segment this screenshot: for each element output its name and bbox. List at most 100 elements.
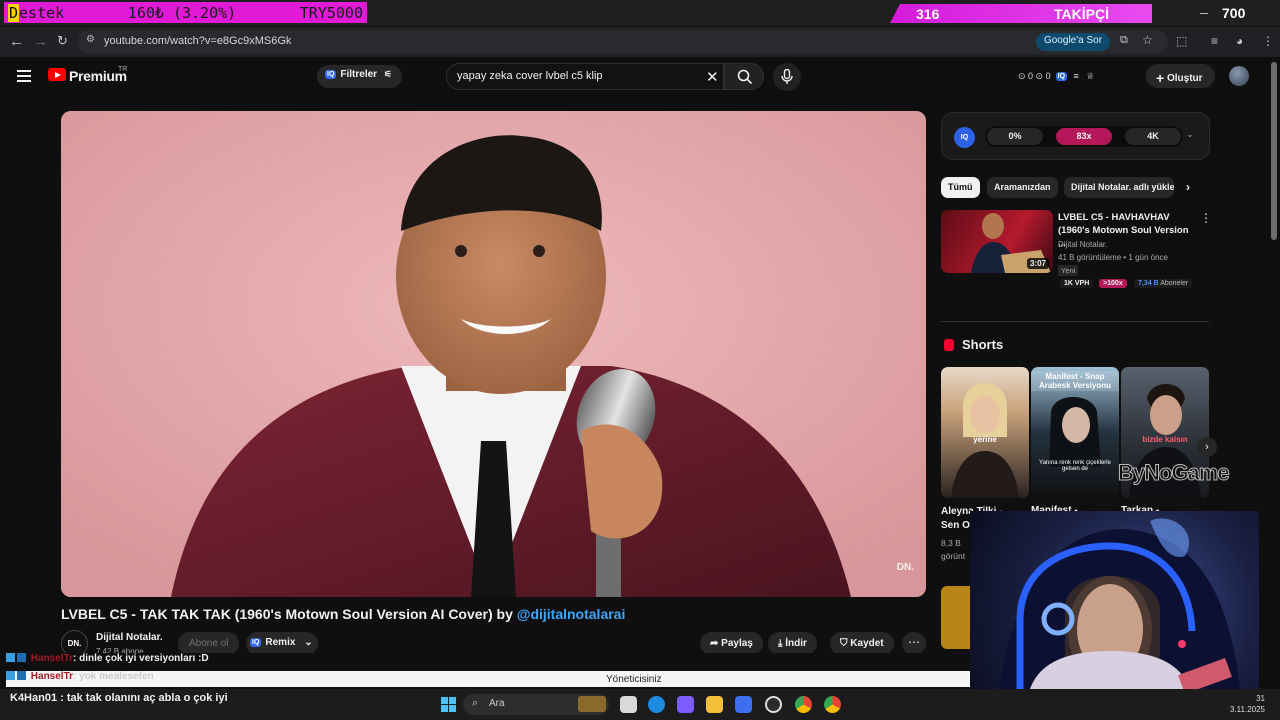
channel-name[interactable]: Dijital Notalar. xyxy=(96,632,163,643)
chevron-down-icon[interactable]: ⌄ xyxy=(1186,129,1194,140)
save-button[interactable]: ⛉ Kaydet xyxy=(830,632,894,655)
reload-icon[interactable]: ↻ xyxy=(57,33,68,49)
search-highlight-icon xyxy=(578,696,606,712)
chip-all[interactable]: Tümü xyxy=(941,177,980,198)
plus-icon: + xyxy=(1156,70,1165,86)
page-scrollbar[interactable] xyxy=(1271,62,1277,240)
browser-menu-icon[interactable]: ⋮ xyxy=(1262,34,1274,48)
chevron-right-icon[interactable]: › xyxy=(1186,180,1190,194)
share-button[interactable]: ➦ Paylaş xyxy=(700,632,763,655)
bookmark-icon: ⛉ xyxy=(840,638,848,649)
share-icon: ➦ xyxy=(710,638,719,649)
short-thumbnail-image xyxy=(1049,397,1101,467)
windows-taskbar: K4Han01 : tak tak olanını aç abla o çok … xyxy=(0,689,1280,720)
reading-list-icon[interactable]: ≡ xyxy=(1211,34,1218,48)
more-actions-button[interactable]: ⋯ xyxy=(902,632,926,655)
youtube-logo-icon[interactable] xyxy=(48,68,66,81)
chevron-right-icon[interactable]: › xyxy=(1197,437,1217,457)
menu-icon[interactable] xyxy=(17,70,31,85)
filters-label: Filtreler xyxy=(340,69,378,80)
search-input[interactable]: yapay zeka cover lvbel c5 klip ✕ xyxy=(446,63,724,90)
clock-date: 3.11.2025 xyxy=(1230,705,1265,714)
clear-search-icon[interactable]: ✕ xyxy=(706,68,719,86)
download-button[interactable]: ⤓ İndir xyxy=(768,632,817,655)
moderator-notice: Yöneticisiniz xyxy=(606,674,662,685)
system-clock[interactable]: 31 3.11.2025 xyxy=(1230,693,1265,715)
filters-button[interactable]: IQ Filtreler ⚟ xyxy=(317,65,402,88)
site-info-icon[interactable]: ⚙ xyxy=(86,34,95,45)
voice-search-button[interactable] xyxy=(773,63,801,91)
recommended-channel[interactable]: Dijital Notalar. xyxy=(1058,240,1107,249)
search-icon: ⌕ xyxy=(472,697,479,709)
chip-from-uploader[interactable]: Dijital Notalar. adlı yükleyiciden xyxy=(1064,177,1174,198)
section-divider xyxy=(941,321,1209,322)
download-label: İndir xyxy=(785,638,807,649)
url-text: youtube.com/watch?v=e8Gc9xMS6Gk xyxy=(104,35,292,47)
steam-icon[interactable] xyxy=(765,696,782,713)
follower-label: TAKİPÇİ xyxy=(1054,6,1109,22)
partial-thumbnail[interactable] xyxy=(941,586,971,649)
bookmark-star-icon[interactable]: ☆ xyxy=(1142,33,1153,47)
recommended-thumbnail[interactable]: 3:07 xyxy=(941,210,1053,273)
ask-google-button[interactable]: Google'a Sor xyxy=(1036,33,1111,51)
account-avatar[interactable] xyxy=(1229,66,1249,86)
sponsor-logo: ByNoGame xyxy=(1118,460,1231,486)
video-frame xyxy=(61,111,926,597)
search-icon xyxy=(737,69,753,85)
iq-pill-percent[interactable]: 0% xyxy=(987,128,1043,145)
subscribers-badge: 7,34 B Aboneler xyxy=(1134,279,1193,288)
chrome-profile-icon[interactable] xyxy=(824,696,841,713)
task-view-icon[interactable] xyxy=(620,696,637,713)
remix-button[interactable]: IQ Remix ⌄ xyxy=(246,632,318,655)
shorts-logo-icon xyxy=(944,339,954,351)
chat-badge-icon xyxy=(6,671,15,680)
file-explorer-icon[interactable] xyxy=(706,696,723,713)
channel-handle-link[interactable]: @dijitalnotalarai xyxy=(517,606,626,622)
short-thumbnail-image xyxy=(951,383,1019,498)
iq-pill-multiplier[interactable]: 83x xyxy=(1056,128,1112,145)
chip-from-search[interactable]: Aramanızdan xyxy=(987,177,1058,198)
iq-extension-panel: IQ 0% 83x 4K ⌄ xyxy=(941,112,1210,160)
header-stats: ⊙ 0 ⊙ 0 IQ ≡ ♕ xyxy=(1018,71,1095,81)
video-duration: 3:07 xyxy=(1026,258,1049,269)
chat-username[interactable]: HanselTr xyxy=(31,671,73,682)
shorts-heading: Shorts xyxy=(962,337,1004,352)
vph-badge: 1K VPH xyxy=(1060,279,1094,288)
address-bar[interactable]: ⚙ youtube.com/watch?v=e8Gc9xMS6Gk Google… xyxy=(78,30,1168,54)
country-code: TR xyxy=(118,66,128,73)
short-views: 8,3 Bgörünt xyxy=(941,538,966,561)
streamer-webcam xyxy=(970,511,1259,689)
donation-goal-label: Destek xyxy=(8,3,65,22)
cast-icon[interactable]: ⧉ xyxy=(1120,34,1128,47)
chat-message-latest: K4Han01 : tak tak olanını aç abla o çok … xyxy=(10,692,228,704)
chat-username[interactable]: HanselTr xyxy=(31,653,73,664)
search-button[interactable] xyxy=(724,63,764,90)
back-icon[interactable]: ← xyxy=(9,33,24,50)
chevron-down-icon: ⌄ xyxy=(304,637,313,648)
iq-pill-quality[interactable]: 4K xyxy=(1125,128,1181,145)
taskbar-search-placeholder: Ara xyxy=(489,698,505,709)
profile-icon[interactable]: ◕ xyxy=(1236,34,1243,48)
remix-label: Remix xyxy=(265,637,296,648)
outlier-badge: >100x xyxy=(1099,279,1127,288)
forward-icon[interactable]: → xyxy=(33,33,48,50)
extensions-icon[interactable]: ⬚ xyxy=(1176,34,1187,48)
chat-text: : dinle çok iyi versiyonları :D xyxy=(73,653,209,664)
video-menu-icon[interactable]: ⋮ xyxy=(1200,211,1212,225)
browser-toolbar: ← → ↻ ⚙ youtube.com/watch?v=e8Gc9xMS6Gk … xyxy=(0,27,1280,57)
short-caption-bottom: Yanına renk renk çiçeklerle gelsen de xyxy=(1039,460,1111,472)
create-button[interactable]: + Oluştur xyxy=(1146,64,1215,88)
video-player[interactable]: DN. xyxy=(61,111,926,597)
short-card[interactable]: Manifest - Snap Arabesk Versiyonu Yanına… xyxy=(1031,367,1119,498)
subscribe-button[interactable]: Abone ol xyxy=(178,632,239,655)
chat-badge-icon xyxy=(17,653,26,662)
edge-icon[interactable] xyxy=(648,696,665,713)
copilot-icon[interactable] xyxy=(677,696,694,713)
taskbar-search[interactable]: ⌕ Ara xyxy=(463,694,609,715)
minimize-icon[interactable]: – xyxy=(1200,4,1208,20)
store-icon[interactable] xyxy=(735,696,752,713)
chrome-icon[interactable] xyxy=(795,696,812,713)
donation-goal-target: TRY5000 xyxy=(299,3,363,22)
windows-start-icon[interactable] xyxy=(441,697,456,712)
short-card[interactable]: yerine xyxy=(941,367,1029,498)
